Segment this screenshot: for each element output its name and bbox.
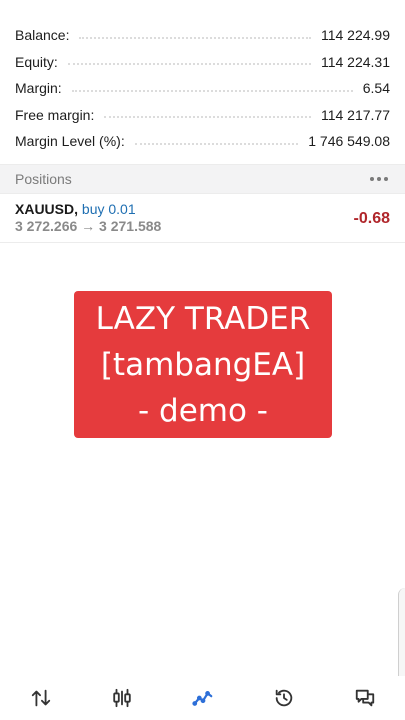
margin-row: Margin: 6.54 — [0, 75, 405, 102]
banner-line-1: LAZY TRADER — [95, 300, 311, 337]
free-margin-label: Free margin: — [15, 106, 95, 123]
nav-quotes[interactable] — [21, 678, 61, 718]
free-margin-row: Free margin: 114 217.77 — [0, 102, 405, 129]
banner-line-3: - demo - — [138, 392, 268, 429]
trade-icon — [191, 691, 212, 706]
margin-value: 6.54 — [362, 80, 390, 97]
free-margin-value: 114 217.77 — [320, 106, 390, 123]
position-direction: buy 0.01 — [81, 201, 136, 217]
quotes-icon — [31, 689, 50, 707]
messages-icon — [355, 689, 374, 707]
equity-value: 114 224.31 — [320, 53, 390, 70]
balance-label: Balance: — [15, 27, 70, 44]
chart-icon — [112, 688, 131, 708]
margin-level-value: 1 746 549.08 — [308, 133, 390, 150]
position-symbol: XAUUSD, — [15, 201, 79, 217]
position-title: XAUUSD, buy 0.01 — [15, 201, 390, 217]
side-panel-handle[interactable] — [398, 588, 405, 688]
margin-label: Margin: — [15, 80, 62, 97]
position-profit: -0.68 — [353, 210, 390, 227]
account-summary: Balance: 114 224.99 Equity: 114 224.31 M… — [0, 22, 405, 155]
position-row[interactable]: XAUUSD, buy 0.01 3 272.266 → 3 271.588 -… — [0, 195, 405, 243]
nav-chart[interactable] — [102, 678, 142, 718]
nav-history[interactable] — [264, 678, 304, 718]
banner-line-2: [tambangEA] — [100, 346, 306, 383]
margin-level-row: Margin Level (%): 1 746 549.08 — [0, 128, 405, 155]
nav-messages[interactable] — [345, 678, 385, 718]
positions-header: Positions — [0, 164, 405, 194]
dotted-leader — [67, 62, 311, 66]
position-prices: 3 272.266 → 3 271.588 — [15, 218, 162, 234]
bottom-navigation — [0, 676, 405, 720]
dotted-leader — [79, 36, 311, 39]
dotted-leader — [134, 142, 299, 145]
dotted-leader — [71, 89, 353, 92]
more-options-icon[interactable] — [368, 173, 390, 185]
nav-trade[interactable] — [183, 678, 223, 718]
balance-value: 114 224.99 — [320, 27, 390, 44]
history-icon — [275, 689, 292, 707]
equity-label: Equity: — [15, 53, 58, 70]
equity-row: Equity: 114 224.31 — [0, 49, 405, 76]
dotted-leader — [104, 115, 311, 119]
watermark-banner: LAZY TRADER [tambangEA] - demo - — [74, 291, 332, 438]
positions-title: Positions — [15, 171, 72, 187]
balance-row: Balance: 114 224.99 — [0, 22, 405, 49]
margin-level-label: Margin Level (%): — [15, 133, 125, 150]
